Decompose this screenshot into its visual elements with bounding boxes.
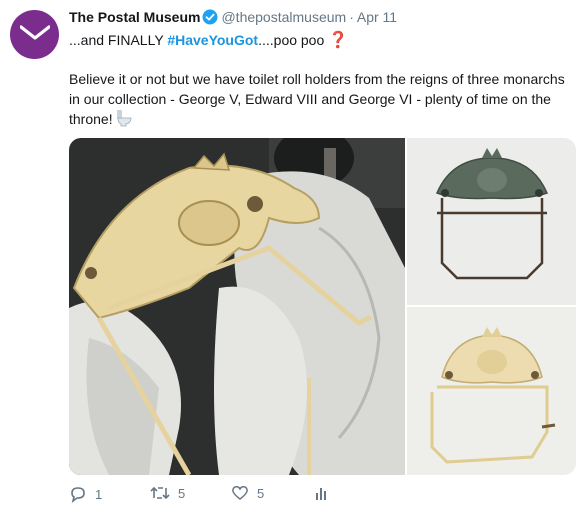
- retweet-action[interactable]: 5: [150, 485, 185, 501]
- author-name[interactable]: The Postal Museum: [69, 9, 200, 25]
- analytics-action[interactable]: [313, 485, 329, 501]
- like-action[interactable]: 5: [231, 485, 264, 501]
- verified-badge-icon: [202, 9, 218, 28]
- tweet-body: Believe it or not but we have toilet rol…: [69, 69, 579, 132]
- tweet-header: The Postal Museum @thepostalmuseum · Apr 11: [69, 9, 397, 28]
- tweet-date[interactable]: Apr 11: [357, 9, 397, 25]
- bar-chart-icon: [316, 488, 326, 500]
- retweet-count: 5: [178, 485, 186, 501]
- photo-bottom-right[interactable]: [407, 307, 576, 475]
- like-count: 5: [257, 485, 265, 501]
- envelope-icon: [19, 24, 50, 40]
- line1-prefix: ...and FINALLY: [69, 32, 168, 48]
- tweet-text: Believe it or not but we have toilet rol…: [69, 71, 565, 127]
- photo-large[interactable]: [69, 138, 405, 475]
- reply-icon: [71, 487, 85, 503]
- heart-icon: [232, 486, 248, 500]
- retweet-icon: [150, 486, 170, 500]
- question-mark-emoji: ❓: [328, 32, 349, 49]
- author-handle[interactable]: @thepostalmuseum: [221, 9, 346, 25]
- hashtag-link[interactable]: #HaveYouGot: [167, 32, 258, 48]
- separator-dot: ·: [349, 9, 354, 25]
- line1-suffix: ....poo poo: [258, 32, 329, 48]
- avatar[interactable]: [10, 10, 59, 59]
- media-grid: [69, 138, 576, 475]
- photo-top-right[interactable]: [407, 138, 576, 305]
- reply-action[interactable]: 1: [69, 485, 102, 503]
- tweet-first-line: ...and FINALLY #HaveYouGot....poo poo ❓: [69, 30, 348, 50]
- toilet-icon: [116, 109, 132, 132]
- reply-count: 1: [95, 486, 103, 502]
